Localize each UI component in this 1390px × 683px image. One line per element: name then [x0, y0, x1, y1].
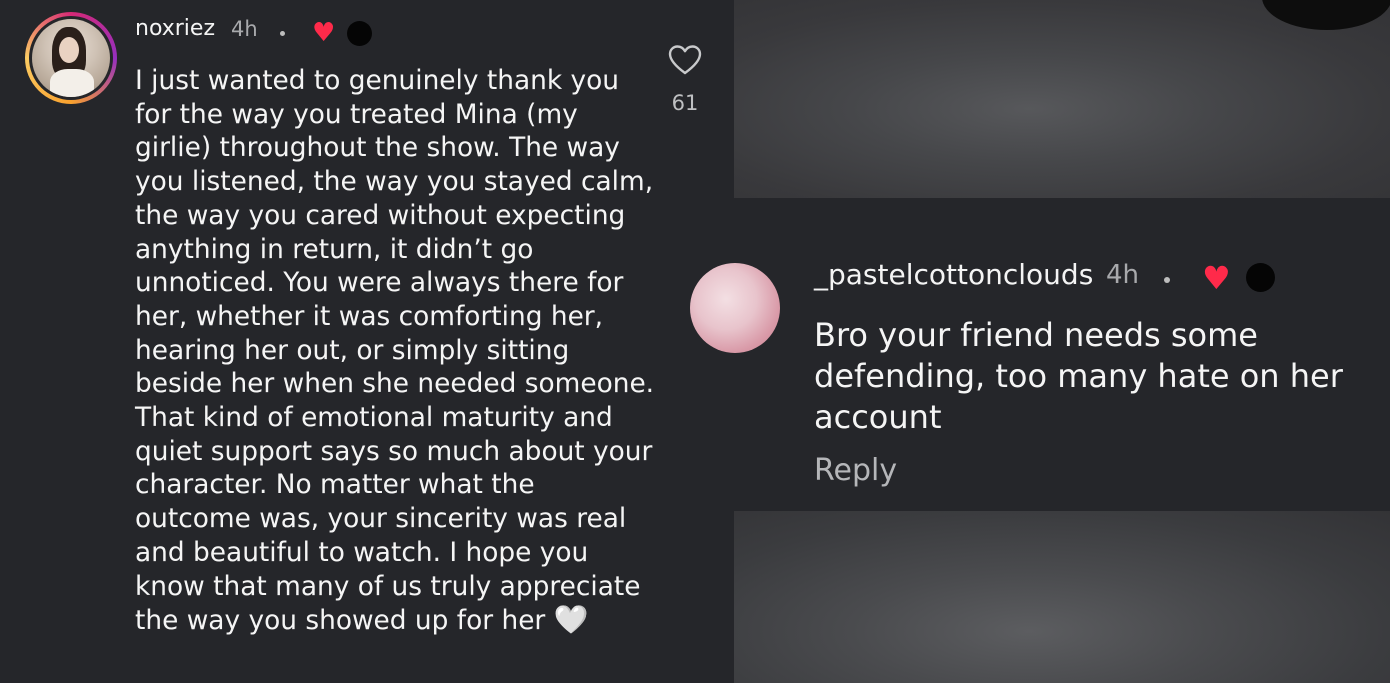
blurred-background-top — [734, 0, 1390, 198]
reply-panel: _pastelcottonclouds 4h ♥ Bro your friend… — [690, 0, 1390, 683]
comment-body: I just wanted to genuinely thank you for… — [135, 65, 655, 637]
reply-text: Bro your friend needs some defending, to… — [814, 316, 1343, 436]
creator-heart-icon: ♥ — [312, 18, 336, 48]
separator-dot — [280, 31, 285, 36]
avatar[interactable] — [25, 12, 117, 104]
reply-username[interactable]: _pastelcottonclouds — [814, 258, 1093, 291]
avatar[interactable] — [690, 263, 780, 353]
comment-text: I just wanted to genuinely thank you for… — [135, 64, 655, 638]
creator-heart-icon: ♥ — [1202, 259, 1231, 297]
creator-avatar-badge — [347, 21, 372, 46]
like-heart-icon[interactable] — [668, 44, 702, 78]
reply-time: 4h — [1106, 260, 1140, 290]
creator-avatar-badge — [1246, 263, 1275, 292]
like-count: 61 — [671, 91, 699, 115]
reply-button[interactable]: Reply — [814, 453, 897, 488]
white-heart-emoji: 🤍 — [553, 603, 589, 637]
comment-time: 4h — [231, 17, 258, 41]
comment-username[interactable]: noxriez — [135, 16, 215, 41]
separator-dot — [1164, 277, 1170, 283]
blurred-background-bottom — [734, 511, 1390, 683]
comment-panel: noxriez 4h ♥ I just wanted to genuinely … — [0, 0, 734, 683]
avatar-photo — [32, 19, 110, 97]
